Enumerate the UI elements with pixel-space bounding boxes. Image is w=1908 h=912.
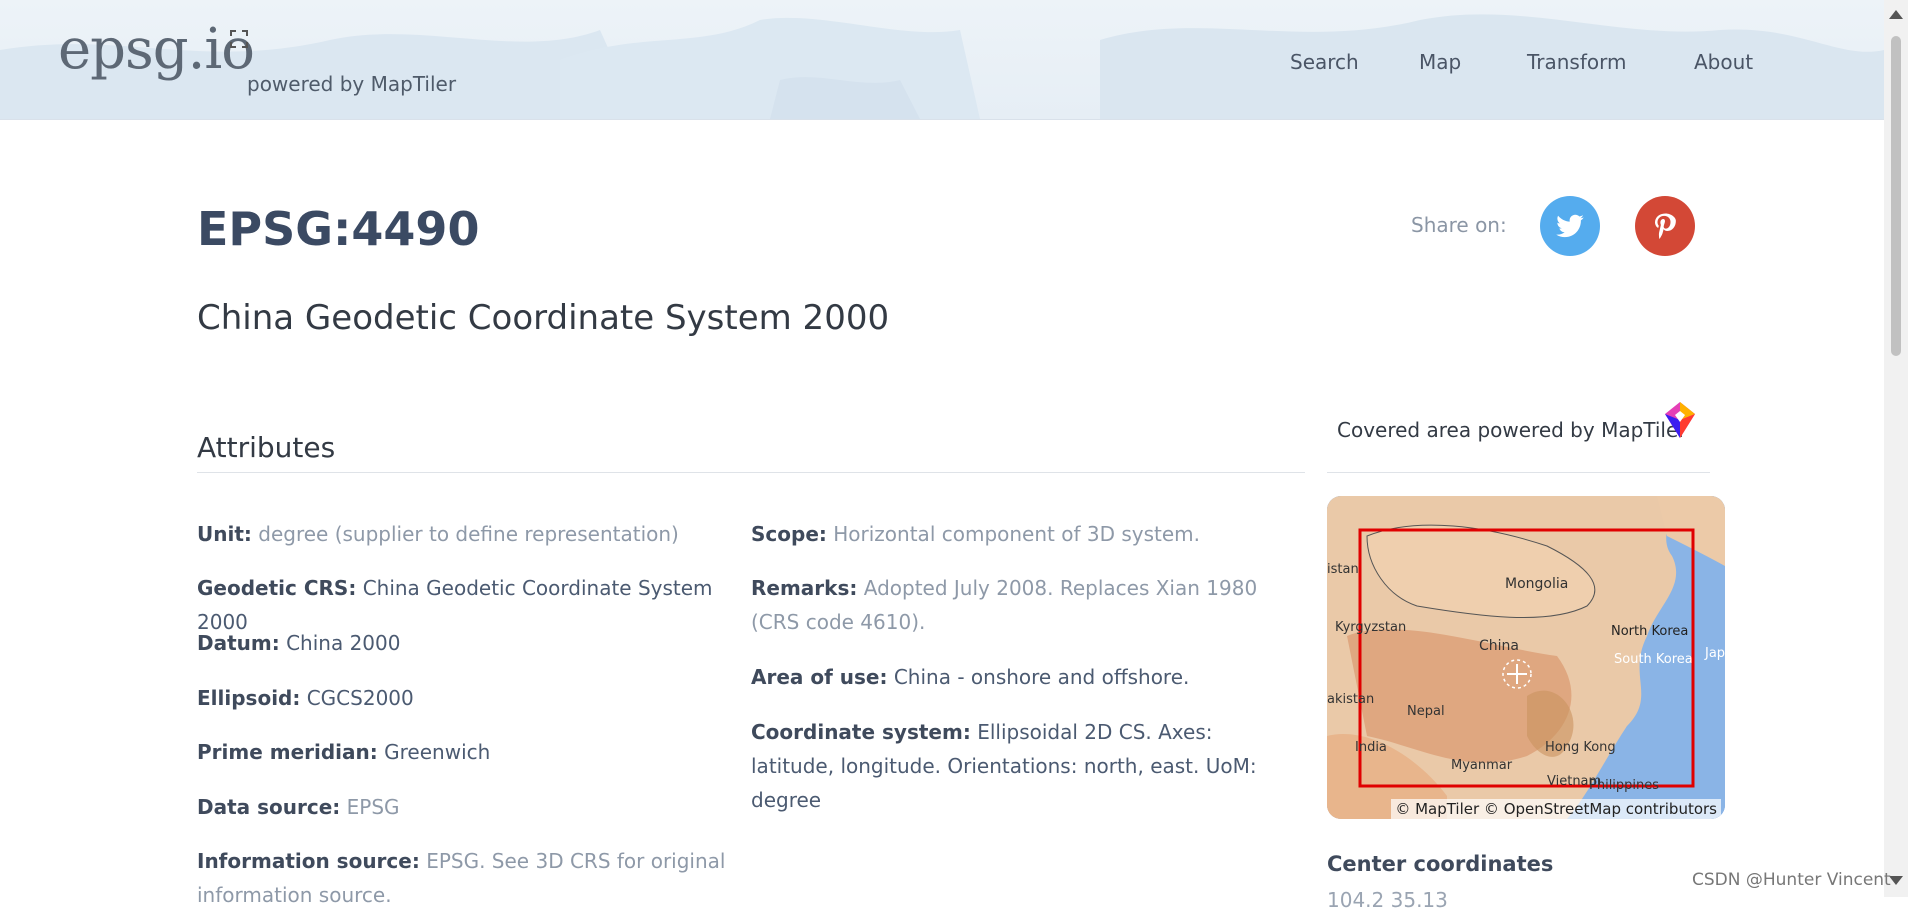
map-label: istan bbox=[1327, 562, 1359, 577]
attr-scope: Scope: Horizontal component of 3D system… bbox=[751, 517, 1291, 551]
attr-prime-meridian: Prime meridian: Greenwich bbox=[197, 735, 737, 769]
attr-information-source: Information source: EPSG. See 3D CRS for… bbox=[197, 844, 737, 912]
map-label: North Korea bbox=[1611, 624, 1689, 639]
map-label: Philippines bbox=[1589, 778, 1660, 793]
attr-key: Data source: bbox=[197, 795, 341, 819]
attr-value[interactable]: China 2000 bbox=[286, 631, 400, 655]
attr-key: Area of use: bbox=[751, 665, 888, 689]
center-coordinates-heading: Center coordinates bbox=[1327, 852, 1554, 876]
scroll-up-icon[interactable] bbox=[1889, 10, 1903, 19]
center-coordinates-value: 104.2 35.13 bbox=[1327, 888, 1448, 912]
attr-key: Unit: bbox=[197, 522, 252, 546]
map-heading: Covered area powered by MapTiler bbox=[1337, 418, 1687, 442]
attr-key: Remarks: bbox=[751, 576, 858, 600]
attr-coordinate-system: Coordinate system: Ellipsoidal 2D CS. Ax… bbox=[751, 715, 1291, 817]
map-attribution[interactable]: © MapTiler © OpenStreetMap contributors bbox=[1391, 799, 1721, 819]
map-label: Japa bbox=[1705, 646, 1725, 661]
map-label: India bbox=[1355, 740, 1387, 755]
attr-key: Datum: bbox=[197, 631, 280, 655]
attr-value[interactable]: degree (supplier to define representatio… bbox=[258, 522, 679, 546]
attr-key: Scope: bbox=[751, 522, 827, 546]
site-header: epsg.io powered by MapTiler Search Map T… bbox=[0, 0, 1884, 120]
attr-value[interactable]: CGCS2000 bbox=[307, 686, 414, 710]
attr-datum: Datum: China 2000 bbox=[197, 626, 737, 660]
attr-remarks: Remarks: Adopted July 2008. Replaces Xia… bbox=[751, 571, 1291, 639]
watermark: CSDN @Hunter Vincent bbox=[1692, 870, 1891, 890]
scrollbar-thumb[interactable] bbox=[1891, 36, 1901, 356]
attributes-heading: Attributes bbox=[197, 431, 336, 464]
attr-value: Horizontal component of 3D system. bbox=[833, 522, 1201, 546]
twitter-icon bbox=[1556, 214, 1584, 238]
nav-search[interactable]: Search bbox=[1290, 50, 1359, 74]
attr-key: Prime meridian: bbox=[197, 740, 378, 764]
divider bbox=[197, 472, 1305, 473]
map-label: China bbox=[1479, 638, 1519, 654]
powered-by-text: powered by MapTiler bbox=[247, 72, 457, 96]
divider bbox=[1327, 472, 1710, 473]
attr-key: Information source: bbox=[197, 849, 420, 873]
attr-key: Coordinate system: bbox=[751, 720, 971, 744]
attr-ellipsoid: Ellipsoid: CGCS2000 bbox=[197, 681, 737, 715]
map-label: Hong Kong bbox=[1545, 740, 1616, 755]
logo[interactable]: epsg.io bbox=[58, 22, 255, 78]
attr-area-of-use: Area of use: China - onshore and offshor… bbox=[751, 660, 1291, 694]
attr-value[interactable]: Greenwich bbox=[384, 740, 490, 764]
pinterest-share-button[interactable] bbox=[1635, 196, 1695, 256]
attr-data-source: Data source: EPSG bbox=[197, 790, 737, 824]
twitter-share-button[interactable] bbox=[1540, 196, 1600, 256]
map-label: Nepal bbox=[1407, 704, 1445, 719]
map-label: Kyrgyzstan bbox=[1335, 620, 1407, 635]
share-label: Share on: bbox=[1411, 213, 1507, 237]
fullscreen-icon[interactable] bbox=[230, 30, 248, 48]
attr-value[interactable]: China - onshore and offshore. bbox=[894, 665, 1190, 689]
map-label: South Korea bbox=[1614, 652, 1693, 667]
pinterest-icon bbox=[1655, 213, 1676, 239]
coverage-map[interactable]: Mongolia China Kyrgyzstan North Korea So… bbox=[1327, 496, 1725, 819]
page-title: EPSG:4490 bbox=[197, 202, 480, 256]
map-label: Mongolia bbox=[1505, 576, 1569, 592]
scroll-down-icon[interactable] bbox=[1889, 876, 1903, 885]
map-label: Myanmar bbox=[1451, 758, 1513, 773]
attr-value[interactable]: EPSG bbox=[347, 795, 400, 819]
attr-key: Geodetic CRS: bbox=[197, 576, 357, 600]
page-scrollbar[interactable] bbox=[1884, 0, 1908, 897]
nav-map[interactable]: Map bbox=[1419, 50, 1461, 74]
maptiler-logo-icon[interactable] bbox=[1661, 400, 1699, 440]
attr-key: Ellipsoid: bbox=[197, 686, 301, 710]
nav-about[interactable]: About bbox=[1694, 50, 1753, 74]
attr-unit: Unit: degree (supplier to define represe… bbox=[197, 517, 737, 551]
crs-name: China Geodetic Coordinate System 2000 bbox=[197, 298, 890, 338]
nav-transform[interactable]: Transform bbox=[1527, 50, 1626, 74]
map-label: akistan bbox=[1327, 692, 1375, 707]
